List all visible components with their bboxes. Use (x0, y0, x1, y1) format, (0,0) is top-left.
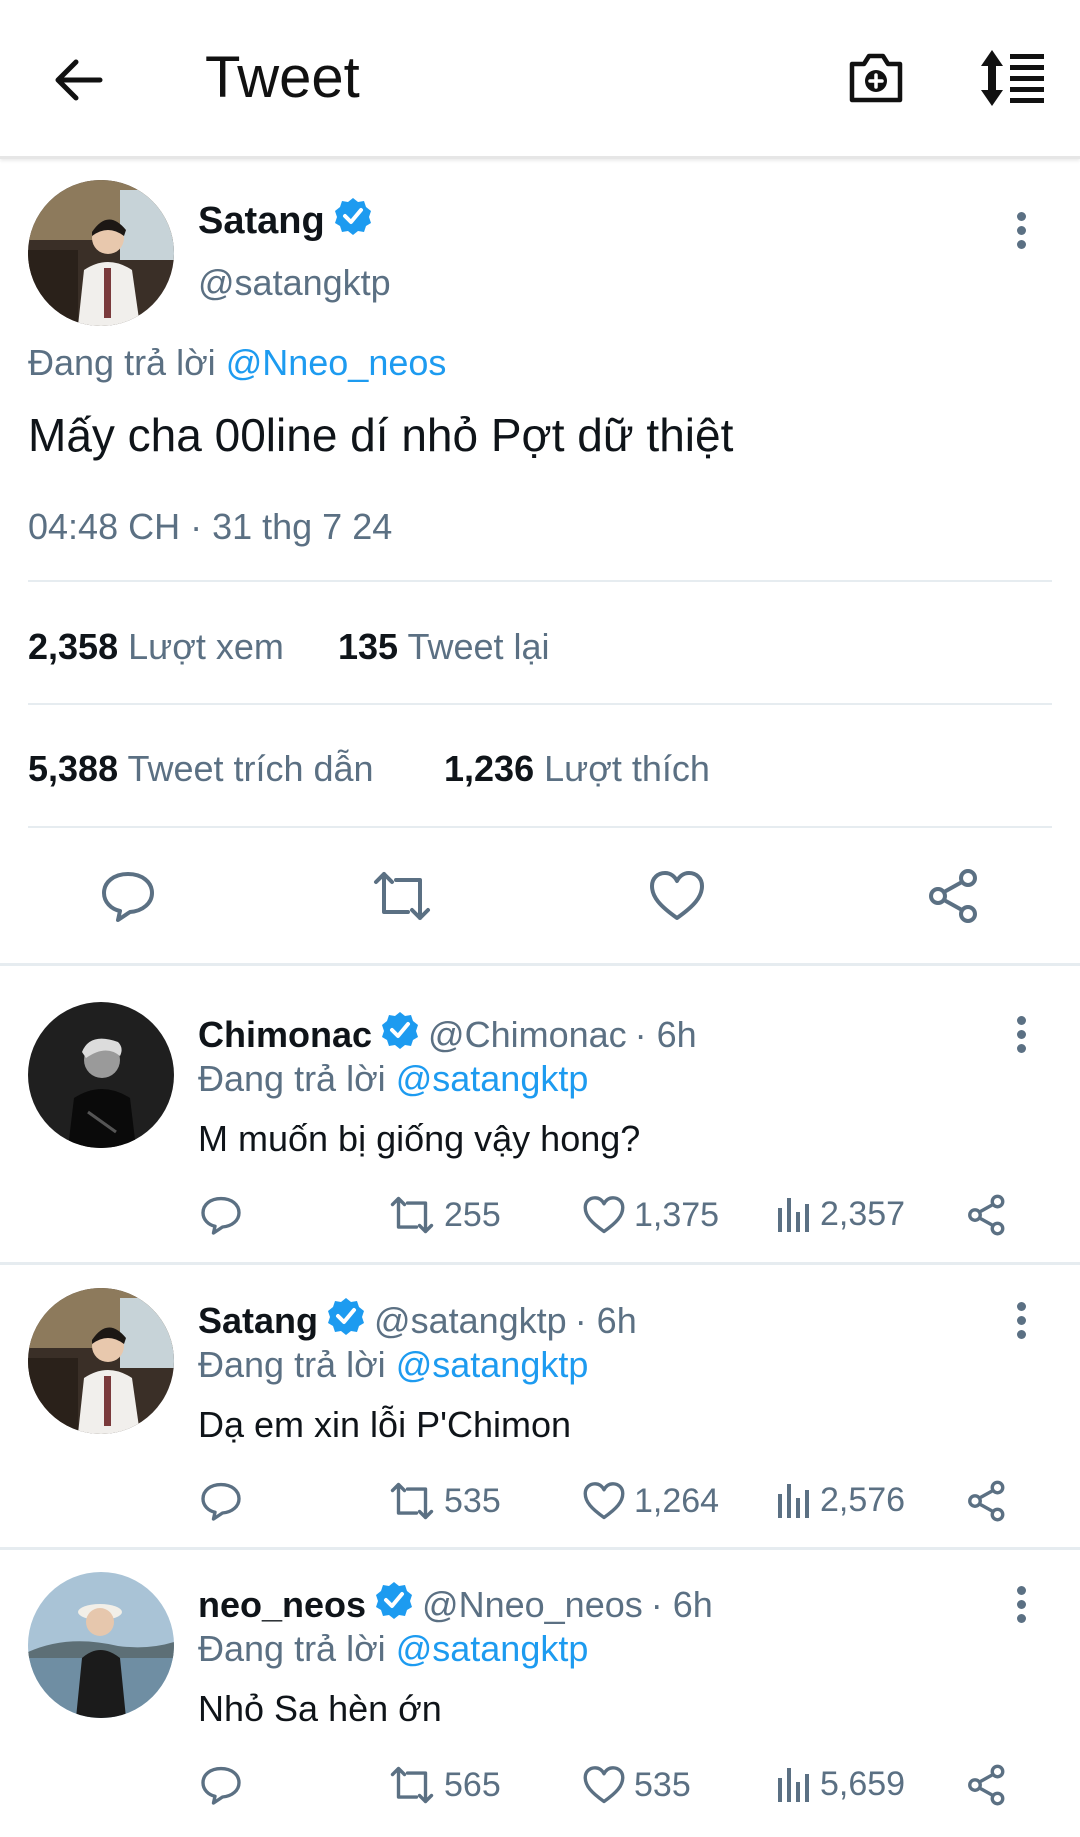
divider (28, 703, 1052, 705)
retweet-button[interactable]: 255 (388, 1194, 501, 1236)
more-options-icon[interactable] (1009, 208, 1033, 256)
divider (0, 963, 1080, 966)
reply-text: Dạ em xin lỗi P'Chimon (198, 1404, 572, 1445)
divider (28, 826, 1052, 828)
more-options-icon[interactable] (1009, 1298, 1033, 1346)
verified-badge-icon (333, 196, 373, 246)
views-label: Lượt xem (128, 626, 284, 667)
quotes-label: Tweet trích dẫn (127, 748, 374, 789)
divider (28, 580, 1052, 582)
sort-icon[interactable] (978, 48, 1046, 108)
avatar[interactable] (28, 1002, 174, 1148)
replying-to-link[interactable]: @satangktp (396, 1058, 589, 1099)
retweet-count: 255 (444, 1195, 501, 1234)
avatar[interactable] (28, 1572, 174, 1718)
divider (0, 1262, 1080, 1265)
like-button[interactable]: 1,375 (582, 1194, 719, 1236)
likes-count: 1,236 (444, 748, 535, 789)
verified-badge-icon (326, 1296, 366, 1345)
reply-author-name[interactable]: Satang (198, 1300, 318, 1342)
share-button[interactable] (966, 1480, 1008, 1522)
views-button[interactable]: 2,357 (776, 1194, 905, 1234)
reply-text: Nhỏ Sa hèn ớn (198, 1688, 442, 1729)
like-button[interactable]: 1,264 (582, 1480, 719, 1522)
reply-author-handle: @Chimonac (428, 1013, 627, 1055)
avatar[interactable] (28, 1288, 174, 1434)
reply-button[interactable] (200, 1194, 242, 1236)
views-button[interactable]: 5,659 (776, 1764, 905, 1804)
share-button[interactable] (966, 1194, 1008, 1236)
views-count: 2,576 (820, 1480, 906, 1519)
author-name[interactable]: Satang (198, 200, 325, 243)
replying-to-line: Đang trả lời @Nneo_neos (28, 342, 446, 384)
like-count: 1,264 (634, 1481, 720, 1520)
quotes-count: 5,388 (28, 748, 119, 789)
verified-badge-icon (374, 1580, 414, 1629)
like-count: 535 (634, 1765, 691, 1804)
replying-prefix: Đang trả lời (198, 1628, 386, 1669)
retweets-count: 135 (338, 626, 399, 667)
author-handle: @satangktp (198, 262, 391, 303)
views-count: 2,357 (820, 1194, 906, 1233)
replying-to-link[interactable]: @Nneo_neos (226, 342, 447, 383)
retweet-button[interactable]: 535 (388, 1480, 501, 1522)
replying-prefix: Đang trả lời (198, 1058, 386, 1099)
reply-author-name[interactable]: neo_neos (198, 1584, 366, 1626)
reply-icon[interactable] (100, 868, 156, 924)
top-bar: Tweet (0, 0, 1080, 159)
replying-to-link[interactable]: @satangktp (396, 1628, 589, 1669)
views-count: 5,659 (820, 1764, 906, 1803)
verified-badge-icon (380, 1010, 420, 1059)
retweet-icon[interactable] (370, 868, 434, 924)
likes-stat[interactable]: 1,236 Lượt thích (444, 748, 710, 790)
retweet-button[interactable]: 565 (388, 1764, 501, 1806)
reply-time: · 6h (574, 1299, 637, 1341)
share-icon[interactable] (926, 868, 982, 924)
replying-to-line: Đang trả lời @satangktp (198, 1344, 588, 1386)
views-button[interactable]: 2,576 (776, 1480, 905, 1520)
replying-to-line: Đang trả lời @satangktp (198, 1628, 588, 1670)
share-button[interactable] (966, 1764, 1008, 1806)
retweets-stat[interactable]: 135 Tweet lại (338, 626, 550, 668)
reply-author-name[interactable]: Chimonac (198, 1014, 372, 1056)
quotes-stat[interactable]: 5,388 Tweet trích dẫn (28, 748, 374, 790)
retweet-count: 535 (444, 1481, 501, 1520)
views-count: 2,358 (28, 626, 119, 667)
back-arrow-icon[interactable] (50, 52, 106, 108)
replying-to-line: Đang trả lời @satangktp (198, 1058, 588, 1100)
avatar[interactable] (28, 180, 174, 326)
replying-to-link[interactable]: @satangktp (396, 1344, 589, 1385)
reply-text: M muốn bị giống vậy hong? (198, 1118, 641, 1159)
like-heart-icon[interactable] (648, 868, 706, 924)
camera-add-icon[interactable] (846, 48, 906, 108)
replying-prefix: Đang trả lời (198, 1344, 386, 1385)
reply-author-handle: @satangktp (374, 1299, 567, 1341)
page-title: Tweet (205, 45, 360, 110)
retweet-count: 565 (444, 1765, 501, 1804)
tweet-timestamp: 04:48 CH · 31 thg 7 24 (28, 506, 393, 547)
reply-button[interactable] (200, 1764, 242, 1806)
views-stat[interactable]: 2,358 Lượt xem (28, 626, 284, 668)
like-button[interactable]: 535 (582, 1764, 691, 1806)
replying-prefix: Đang trả lời (28, 342, 216, 383)
more-options-icon[interactable] (1009, 1582, 1033, 1630)
like-count: 1,375 (634, 1195, 720, 1234)
reply-author-handle: @Nneo_neos (422, 1583, 643, 1625)
likes-label: Lượt thích (544, 748, 710, 789)
reply-time: · 6h (650, 1583, 713, 1625)
reply-button[interactable] (200, 1480, 242, 1522)
reply-time: · 6h (634, 1013, 697, 1055)
divider (0, 1547, 1080, 1550)
more-options-icon[interactable] (1009, 1012, 1033, 1060)
tweet-text: Mấy cha 00line dí nhỏ Pợt dữ thiệt (28, 409, 734, 461)
retweets-label: Tweet lại (407, 626, 550, 667)
